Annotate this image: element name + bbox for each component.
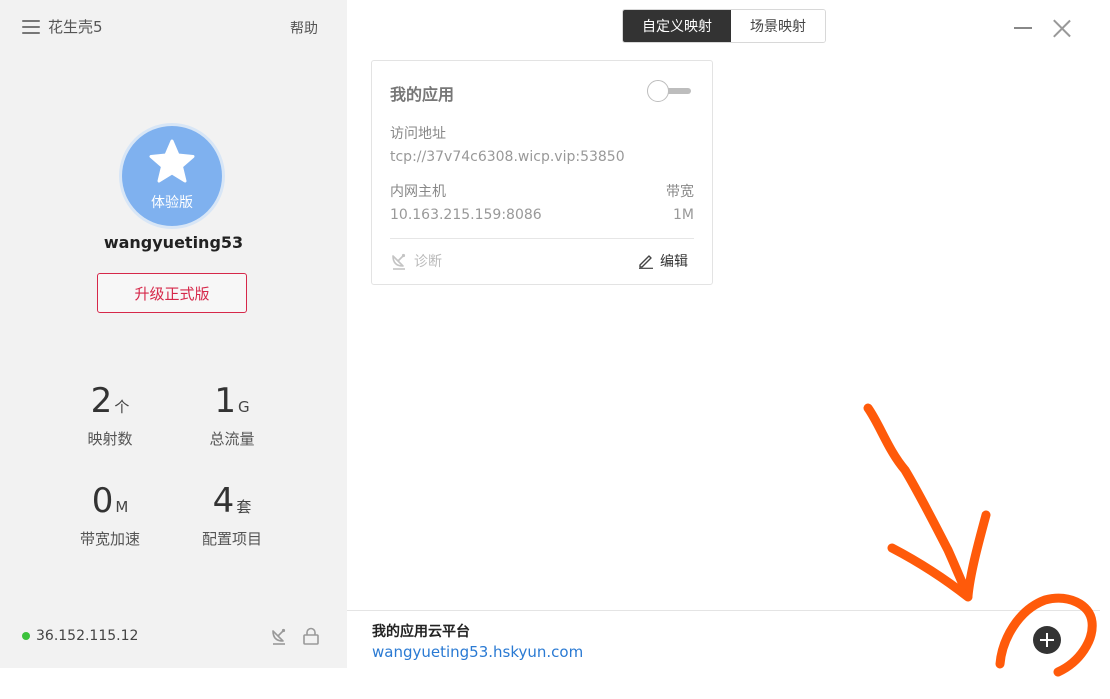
mapping-toggle[interactable] <box>647 80 693 102</box>
app-title: 花生壳5 <box>48 18 103 36</box>
ip-status: 36.152.115.12 <box>22 628 138 644</box>
diagnose-button[interactable]: 诊断 <box>390 251 442 271</box>
hamburger-menu-icon[interactable] <box>22 19 40 34</box>
online-status-dot <box>22 632 30 640</box>
satellite-dish-icon[interactable] <box>270 627 288 645</box>
stat-value: 1 <box>214 381 236 421</box>
satellite-dish-icon <box>392 253 406 270</box>
app-menu[interactable]: 花生壳5 <box>22 16 103 37</box>
edit-label: 编辑 <box>660 254 688 270</box>
stat-label: 带宽加速 <box>79 530 140 548</box>
access-address-label: 访问地址 <box>390 126 446 142</box>
stat-label: 总流量 <box>209 430 255 448</box>
lan-host-value: 10.163.215.159:8086 <box>390 207 542 223</box>
mapping-tabs: 自定义映射 场景映射 <box>622 9 826 43</box>
add-mapping-button[interactable] <box>1033 626 1061 654</box>
card-divider <box>390 238 694 239</box>
ip-address: 36.152.115.12 <box>36 628 139 644</box>
card-title: 我的应用 <box>390 85 455 104</box>
annotation-arrow <box>863 403 991 601</box>
access-address-value: tcp://37v74c6308.wicp.vip:53850 <box>390 149 625 165</box>
cloud-platform-title: 我的应用云平台 <box>372 624 470 640</box>
stat-unit: M <box>115 498 129 516</box>
edition-badge: 体验版 <box>151 195 193 211</box>
tab-custom-mapping[interactable]: 自定义映射 <box>623 10 731 42</box>
lock-icon[interactable] <box>302 627 320 645</box>
stat-bandwidth: 0M 带宽加速 <box>50 484 170 549</box>
mapping-card: 我的应用 访问地址 tcp://37v74c6308.wicp.vip:5385… <box>371 60 713 285</box>
stat-label: 配置项目 <box>201 530 262 548</box>
stat-traffic: 1G 总流量 <box>172 384 292 449</box>
lan-host-label: 内网主机 <box>390 184 446 200</box>
pencil-icon <box>639 255 653 269</box>
stat-value: 4 <box>212 481 235 521</box>
stat-unit: G <box>238 398 250 416</box>
upgrade-button[interactable]: 升级正式版 <box>97 273 247 313</box>
help-link[interactable]: 帮助 <box>290 18 318 38</box>
close-icon[interactable] <box>1052 19 1071 38</box>
stat-value: 0 <box>91 481 114 521</box>
cloud-platform-link[interactable]: wangyueting53.hskyun.com <box>372 643 583 661</box>
stat-projects: 4套 配置项目 <box>172 484 292 549</box>
annotation-arrowhead <box>887 543 973 602</box>
stat-label: 映射数 <box>87 430 133 448</box>
username: wangyueting53 <box>103 233 244 252</box>
sidebar: 花生壳5 帮助 体验版 wangyueting53 升级正式版 2个 映射数 1… <box>0 0 347 668</box>
stat-mappings: 2个 映射数 <box>50 384 170 449</box>
stat-unit: 个 <box>114 398 130 416</box>
diagnose-label: 诊断 <box>414 254 442 270</box>
tab-scene-mapping[interactable]: 场景映射 <box>731 10 825 42</box>
avatar[interactable]: 体验版 <box>122 126 222 226</box>
star-icon <box>149 139 195 183</box>
bandwidth-value: 1M <box>673 207 694 223</box>
edit-button[interactable]: 编辑 <box>638 251 688 271</box>
footer-divider <box>347 610 1100 611</box>
minimize-icon[interactable] <box>1014 27 1032 29</box>
stat-unit: 套 <box>236 498 252 516</box>
stat-value: 2 <box>90 381 113 421</box>
bandwidth-label: 带宽 <box>666 184 694 200</box>
window-bottom-strip <box>0 668 1110 699</box>
